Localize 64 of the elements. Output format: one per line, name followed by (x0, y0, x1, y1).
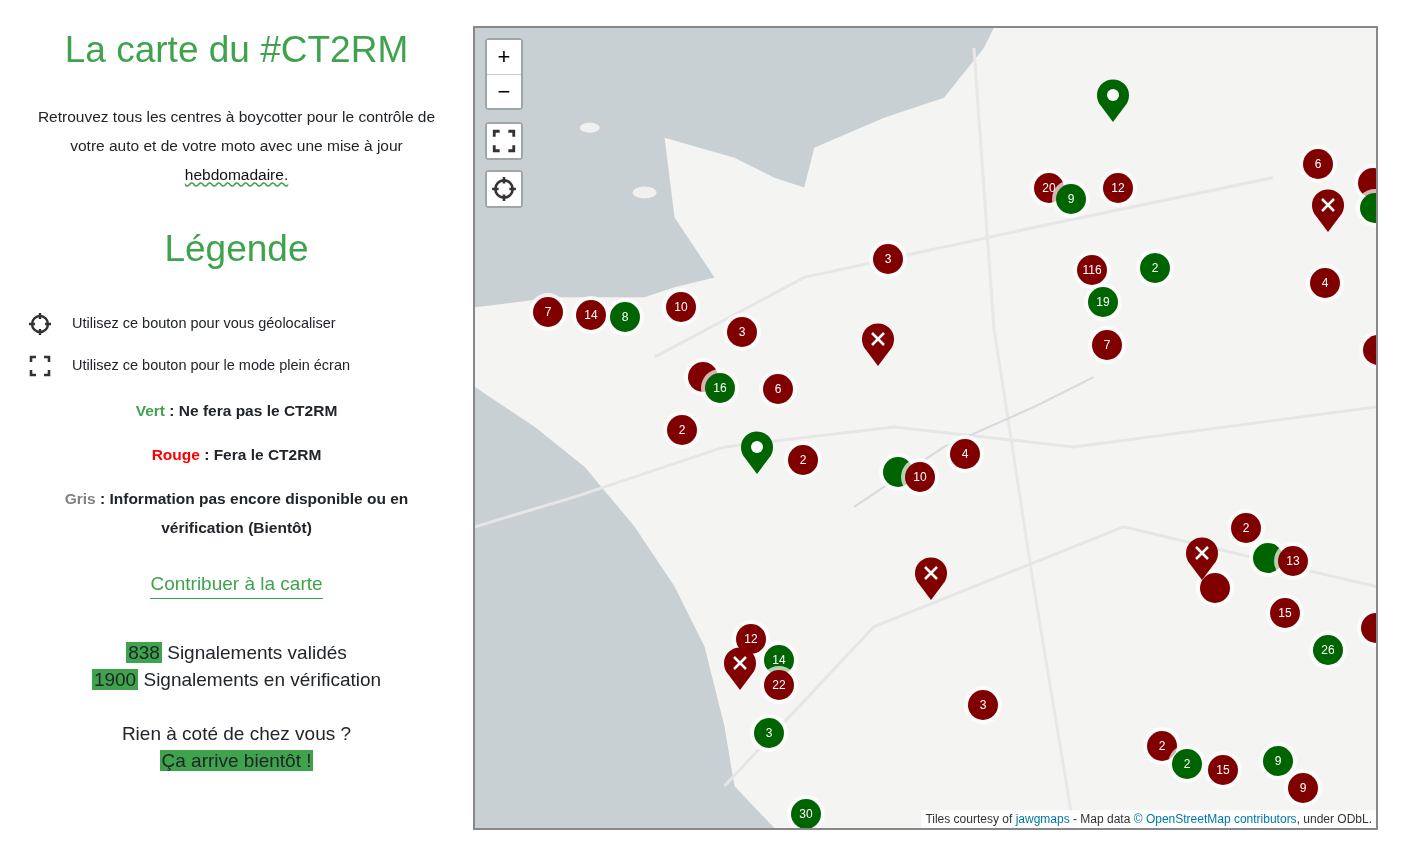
cluster-marker[interactable]: 15 (1208, 755, 1238, 785)
map-pin-icon[interactable] (1096, 78, 1130, 124)
cluster-marker[interactable]: 15 (1270, 598, 1300, 628)
cluster-marker[interactable]: 7 (1092, 330, 1122, 360)
cross-pin-icon[interactable] (1185, 536, 1219, 582)
cluster-marker[interactable]: 3 (873, 244, 903, 274)
zoom-out-button[interactable]: − (487, 74, 521, 108)
cluster-marker[interactable]: 26 (1313, 635, 1343, 665)
stat-text: Signalements en vérification (143, 669, 382, 691)
cluster-marker[interactable]: 3 (754, 718, 784, 748)
cluster-marker[interactable]: 8 (610, 302, 640, 332)
fullscreen-icon (28, 353, 52, 378)
cluster-marker[interactable]: 6 (1303, 149, 1333, 179)
cross-pin-icon[interactable] (723, 646, 757, 692)
cluster-marker[interactable]: 22 (764, 670, 794, 700)
cluster-marker[interactable]: 3 (968, 690, 998, 720)
map-pin-icon[interactable] (740, 430, 774, 476)
cluster-marker[interactable]: 2 (1140, 253, 1170, 283)
legend-text: Gris : Information pas encore disponible ou en vérification (Bientôt) (63, 488, 410, 538)
cluster-marker[interactable]: 2 (1231, 513, 1261, 543)
count-highlight: 838 (126, 642, 162, 664)
cluster-marker[interactable]: 3 (727, 317, 757, 347)
cluster-marker[interactable]: 19 (1088, 287, 1118, 317)
map-attribution: Tiles courtesy of jawgmaps - Map data © OpenStreetMap contributors, under ODbL. (921, 810, 1376, 828)
cluster-marker[interactable]: 2 (667, 415, 697, 445)
crosshair-icon (28, 311, 52, 336)
count-highlight: 1900 (91, 669, 139, 691)
cross-pin-icon[interactable] (861, 322, 895, 368)
cluster-marker[interactable]: 6 (763, 374, 793, 404)
osm-link[interactable]: © OpenStreetMap contributors (1133, 812, 1297, 826)
cluster-marker[interactable]: 10 (666, 292, 696, 322)
stat-text: Signalements validés (167, 642, 347, 664)
cluster-marker[interactable]: 9 (1056, 184, 1086, 214)
nearby-highlight: Ça arrive bientôt ! (159, 750, 314, 772)
locate-button[interactable] (487, 172, 521, 206)
cluster-marker[interactable] (1200, 573, 1230, 603)
page-title: La carte du #CT2RM (63, 28, 410, 72)
legend-text: Rouge : Fera le CT2RM (150, 444, 323, 465)
cluster-marker[interactable]: 9 (1263, 746, 1293, 776)
cluster-marker[interactable]: 16 (705, 373, 735, 403)
cross-pin-icon[interactable] (914, 556, 948, 602)
cluster-marker[interactable]: 7 (533, 297, 563, 327)
intro-text: Retrouvez tous les centres à boycotter pour le contrôle de votre auto et de votre moto avec une mise à jour hebdomadaire. (36, 107, 437, 186)
cluster-marker[interactable]: 4 (1310, 268, 1340, 298)
cluster-marker[interactable]: 13 (1278, 546, 1308, 576)
cluster-marker[interactable]: 12 (1103, 173, 1133, 203)
cluster-marker[interactable]: 30 (791, 799, 821, 828)
nearby-text: Rien à coté de chez vous ? (121, 723, 352, 745)
cluster-marker[interactable]: 4 (950, 439, 980, 469)
tiles-link[interactable]: jawgmaps (1015, 812, 1070, 826)
legend-text: Utilisez ce bouton pour le mode plein écran (72, 355, 351, 375)
cluster-marker[interactable]: 116 (1077, 255, 1107, 285)
cluster-marker[interactable]: 9 (1288, 773, 1318, 803)
fullscreen-button[interactable] (487, 124, 521, 158)
cluster-marker[interactable]: 2 (788, 445, 818, 475)
cluster-marker[interactable]: 2 (1172, 749, 1202, 779)
cluster-marker[interactable]: 14 (576, 300, 606, 330)
legend-text: Vert : Ne fera pas le CT2RM (134, 400, 339, 421)
cross-pin-icon[interactable] (1311, 188, 1345, 234)
cluster-marker[interactable]: 10 (905, 462, 935, 492)
legend-text: Utilisez ce bouton pour vous géolocaliser (72, 313, 336, 333)
intro-link[interactable]: hebdomadaire. (184, 166, 289, 184)
legend-title: Légende (163, 227, 310, 272)
cluster-marker[interactable]: 2 (1147, 731, 1177, 761)
